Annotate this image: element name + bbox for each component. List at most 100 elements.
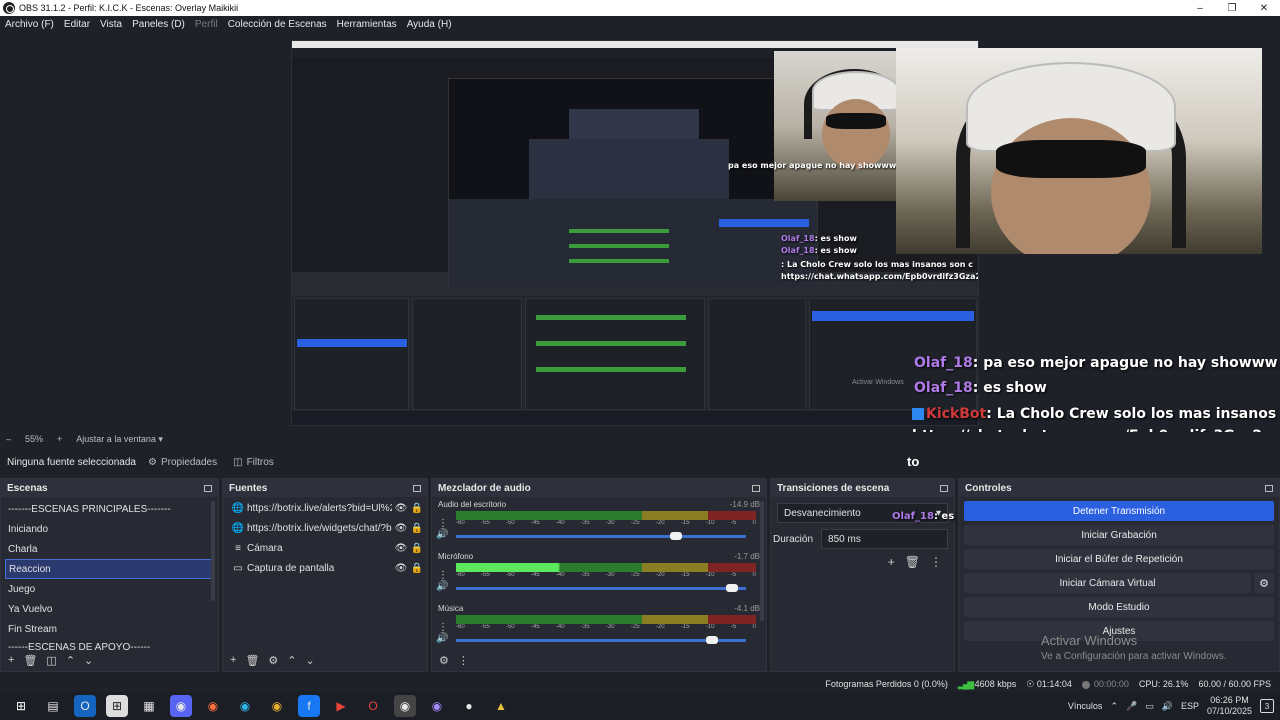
discord-icon[interactable]: ◉ — [170, 695, 192, 717]
menu-archivo[interactable]: Archivo (F) — [0, 19, 59, 30]
lock-icon[interactable]: 🔒 — [410, 563, 424, 574]
preview-area[interactable]: pa eso mejor apague no hay showww Olaf_1… — [0, 32, 1280, 432]
menu-herramientas[interactable]: Herramientas — [332, 19, 402, 30]
scene-filters-button[interactable]: ◫ — [46, 654, 56, 667]
move-down-button[interactable]: ⌄ — [306, 654, 315, 667]
lock-icon[interactable]: 🔒 — [410, 503, 424, 514]
microphone-icon[interactable]: 🎤 — [1126, 701, 1137, 712]
slider-knob[interactable] — [725, 584, 738, 592]
move-up-button[interactable]: ⌃ — [287, 654, 296, 667]
volume-slider[interactable] — [456, 532, 746, 540]
menu-paneles[interactable]: Paneles (D) — [127, 19, 190, 30]
chrome-icon[interactable]: ◉ — [266, 695, 288, 717]
mixer-menu-icon[interactable]: ⋮ — [458, 654, 469, 667]
scene-item[interactable]: -------ESCENAS PRINCIPALES------- — [1, 499, 218, 519]
speaker-icon[interactable]: 🔊 — [1162, 701, 1173, 712]
visibility-eye-icon[interactable]: 👁 — [392, 543, 410, 554]
facebook-icon[interactable]: f — [298, 695, 320, 717]
studio-mode-button[interactable]: Modo Estudio — [964, 597, 1274, 617]
source-item[interactable]: 🌐 https://botrix.live/widgets/chat/?bid … — [223, 518, 427, 538]
mixer-scrollbar[interactable] — [760, 501, 764, 621]
network-icon[interactable]: ▭ — [1145, 701, 1154, 712]
scene-item[interactable]: Ya Vuelvo — [1, 599, 218, 619]
start-virtual-camera-button[interactable]: Iniciar Cámara Virtual — [964, 573, 1251, 593]
menu-editar[interactable]: Editar — [59, 19, 95, 30]
lock-icon[interactable]: 🔒 — [410, 523, 424, 534]
menu-coleccion-escenas[interactable]: Colección de Escenas — [223, 19, 332, 30]
transition-menu-icon[interactable]: ⋮ — [930, 555, 942, 569]
start-replay-buffer-button[interactable]: Iniciar el Búfer de Repetición — [964, 549, 1274, 569]
channel-menu-icon[interactable]: ⋮ — [438, 518, 448, 529]
scene-item[interactable]: Iniciando — [1, 519, 218, 539]
speaker-icon[interactable]: 🔊 — [436, 581, 448, 592]
scene-item-selected[interactable]: Reaccion — [5, 559, 213, 579]
remove-scene-button[interactable]: 🗑 — [23, 654, 37, 667]
gear-icon[interactable]: ⚙ — [1254, 573, 1274, 593]
menu-perfil[interactable]: Perfil — [190, 19, 223, 30]
outlook-icon[interactable]: O — [74, 695, 96, 717]
scene-item[interactable]: Fin Stream — [1, 619, 218, 639]
scene-item[interactable]: Juego — [1, 579, 218, 599]
remove-source-button[interactable]: 🗑 — [245, 654, 259, 667]
speaker-icon[interactable]: 🔊 — [436, 633, 448, 644]
menu-ayuda[interactable]: Ayuda (H) — [402, 19, 457, 30]
scenes-scrollbar[interactable] — [211, 501, 215, 601]
stop-streaming-button[interactable]: Detener Transmisión — [964, 501, 1274, 521]
add-transition-button[interactable]: + — [888, 555, 895, 569]
chevron-up-icon[interactable]: ⌃ — [1110, 701, 1118, 712]
source-item[interactable]: ▭ Captura de pantalla 👁 🔒 — [223, 558, 427, 578]
volume-slider[interactable] — [456, 636, 746, 644]
undock-icon[interactable] — [752, 484, 760, 492]
zoom-fit-select[interactable]: Ajustar a la ventana ▾ — [76, 434, 163, 445]
game-launcher-icon[interactable]: ▲ — [490, 695, 512, 717]
program-canvas[interactable]: pa eso mejor apague no hay showww Olaf_1… — [291, 40, 979, 426]
links-toolbar[interactable]: Vínculos — [1068, 701, 1103, 711]
channel-menu-icon[interactable]: ⋮ — [438, 570, 448, 581]
visibility-eye-icon[interactable]: 👁 — [392, 503, 410, 514]
source-item[interactable]: 🌐 https://botrix.live/alerts?bid=Ul%2F4 … — [223, 498, 427, 518]
zoom-out-button[interactable]: – — [6, 434, 11, 444]
windows-start-icon[interactable]: ⊞ — [10, 695, 32, 717]
properties-button[interactable]: ⚙ Propiedades — [140, 454, 225, 471]
advanced-audio-icon[interactable]: ⚙ — [439, 654, 449, 667]
minimize-button[interactable]: – — [1184, 0, 1216, 16]
slider-knob[interactable] — [706, 636, 719, 644]
opera-icon[interactable]: O — [362, 695, 384, 717]
undock-icon[interactable] — [1265, 484, 1273, 492]
start-recording-button[interactable]: Iniciar Grabación — [964, 525, 1274, 545]
calendar-icon[interactable]: ▦ — [138, 695, 160, 717]
restore-button[interactable]: ❐ — [1216, 0, 1248, 16]
language-indicator[interactable]: ESP — [1181, 701, 1199, 711]
obs-icon[interactable]: ◉ — [394, 695, 416, 717]
app-icon[interactable]: ▶ — [330, 695, 352, 717]
move-down-button[interactable]: ⌄ — [84, 654, 93, 667]
notification-icon[interactable]: 3 — [1260, 699, 1274, 713]
move-up-button[interactable]: ⌃ — [66, 654, 75, 667]
source-item[interactable]: ≡ Cámara 👁 🔒 — [223, 538, 427, 558]
scene-item[interactable]: Charla — [1, 539, 218, 559]
remove-transition-button[interactable]: 🗑 — [905, 555, 920, 569]
slider-knob[interactable] — [670, 532, 683, 540]
add-scene-button[interactable]: + — [8, 654, 14, 666]
calculator-icon[interactable]: ⊞ — [106, 695, 128, 717]
menu-vista[interactable]: Vista — [95, 19, 127, 30]
speaker-icon[interactable]: 🔊 — [436, 529, 448, 540]
clock[interactable]: 06:26 PM 07/10/2025 — [1207, 695, 1252, 717]
undock-icon[interactable] — [204, 484, 212, 492]
zoom-in-button[interactable]: + — [57, 434, 62, 444]
volume-slider[interactable] — [456, 584, 746, 592]
duration-input[interactable]: 850 ms — [821, 529, 948, 549]
edge-icon[interactable]: ◉ — [234, 695, 256, 717]
steam-icon[interactable]: ● — [458, 695, 480, 717]
add-source-button[interactable]: + — [230, 654, 236, 666]
filters-button[interactable]: ◫ Filtros — [225, 454, 282, 471]
channel-menu-icon[interactable]: ⋮ — [438, 622, 448, 633]
firefox-icon[interactable]: ◉ — [202, 695, 224, 717]
lock-icon[interactable]: 🔒 — [410, 543, 424, 554]
close-button[interactable]: ✕ — [1248, 0, 1280, 16]
undock-icon[interactable] — [940, 484, 948, 492]
visibility-eye-icon[interactable]: 👁 — [392, 523, 410, 534]
source-properties-button[interactable]: ⚙ — [268, 654, 278, 667]
task-view-icon[interactable]: ▤ — [42, 695, 64, 717]
visibility-eye-icon[interactable]: 👁 — [392, 563, 410, 574]
